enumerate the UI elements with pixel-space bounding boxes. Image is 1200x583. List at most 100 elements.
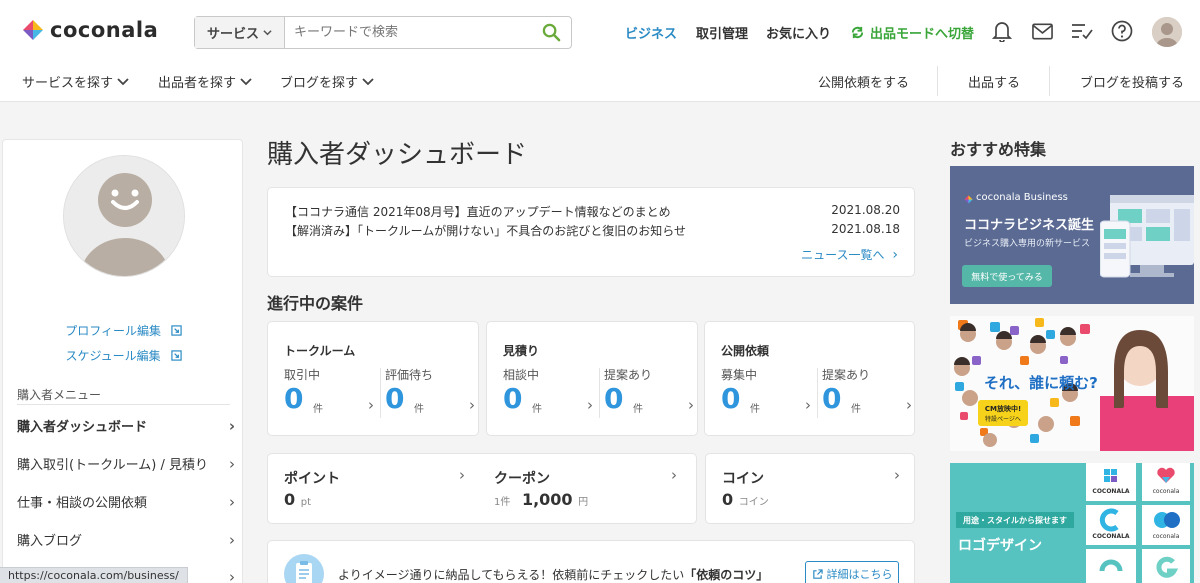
chevron-down-icon: [263, 30, 272, 36]
stat-value: 0: [284, 382, 304, 415]
coconala-logo[interactable]: coconala: [22, 18, 158, 42]
subnav-divider: [937, 66, 938, 96]
cm-banner-title: それ、誰に頼む?: [984, 374, 1098, 392]
stat-unit: 件: [851, 404, 861, 415]
chevron-right-icon: ›: [228, 416, 235, 435]
todo-button[interactable]: [1070, 19, 1094, 43]
chevron-down-icon: [240, 77, 252, 85]
chevron-down-icon: [362, 77, 374, 85]
news-item[interactable]: 【ココナラ通信 2021年08月号】直近のアップデート情報などのまとめ 2021…: [285, 203, 900, 220]
profile-avatar[interactable]: [63, 155, 185, 277]
stat-label: 提案あり: [604, 368, 653, 382]
stat-divider: [380, 368, 381, 418]
search-button[interactable]: [531, 17, 571, 48]
external-edit-icon: [171, 325, 182, 336]
stat-unit: 件: [750, 404, 760, 415]
mail-icon: [1031, 23, 1053, 39]
stat-label: 評価待ち: [385, 368, 434, 382]
top-header: coconala サービス ビジネス 取引管理 お気に入り 出品モードへ切替 サ…: [0, 0, 1200, 102]
stat-divider: [599, 368, 600, 418]
switch-icon: [851, 26, 864, 39]
profile-edit-link[interactable]: プロフィール編集: [3, 322, 244, 339]
nav-transactions-link[interactable]: 取引管理: [696, 23, 748, 42]
stat-recruiting[interactable]: 募集中 0 件 ›: [721, 366, 811, 426]
external-edit-icon: [170, 350, 182, 361]
points-title: ポイント: [284, 471, 340, 487]
subnav-find-blogs[interactable]: ブログを探す: [280, 72, 374, 91]
chevron-right-icon: ›: [688, 396, 694, 414]
help-button[interactable]: [1110, 19, 1134, 43]
page-title: 購入者ダッシュボード: [267, 140, 528, 170]
chevron-right-icon: ›: [469, 396, 475, 414]
chevron-right-icon: ›: [671, 466, 677, 484]
sidebar-item-transactions[interactable]: 購入取引(トークルーム) / 見積り ›: [17, 454, 235, 474]
subnav-find-sellers[interactable]: 出品者を探す: [158, 72, 252, 91]
coin-card[interactable]: コイン › 0 コイン: [705, 453, 915, 524]
coupon-count: 1件: [494, 497, 511, 508]
stat-consulting[interactable]: 相談中 0 件 ›: [503, 366, 593, 426]
subnav-post-request[interactable]: 公開依頼をする: [818, 72, 909, 91]
stat-value: 0: [721, 382, 741, 415]
news-date: 2021.08.18: [831, 222, 900, 236]
stat-unit: 件: [532, 404, 542, 415]
tips-details-button[interactable]: 詳細はこちら: [805, 561, 899, 583]
cm-banner[interactable]: それ、誰に頼む? CM放映中! 特設ページへ: [950, 316, 1194, 451]
cm-badge: CM放映中! 特設ページへ: [978, 400, 1028, 426]
default-avatar-icon: [64, 156, 184, 276]
sidebar-item-dashboard[interactable]: 購入者ダッシュボード ›: [17, 416, 235, 436]
search-category-select[interactable]: サービス: [195, 17, 285, 48]
subnav-find-blogs-label: ブログを探す: [280, 76, 359, 91]
stat-proposal-received[interactable]: 提案あり 0 件 ›: [822, 366, 912, 426]
chevron-right-icon: ›: [229, 492, 235, 511]
card-title: 公開依頼: [721, 344, 770, 358]
cm-badge-label: CM放映中!: [984, 404, 1022, 413]
sidebar-item-purchased-blogs[interactable]: 購入ブログ ›: [17, 530, 235, 550]
sidebar: プロフィール編集 スケジュール編集 購入者メニュー 購入者ダッシュボード › 購…: [2, 139, 243, 583]
nav-favorites-link[interactable]: お気に入り: [766, 23, 831, 42]
points-unit: pt: [300, 497, 311, 508]
schedule-edit-label: スケジュール編集: [65, 349, 161, 363]
stat-unit: 件: [633, 404, 643, 415]
logo-design-banner[interactable]: 用途・スタイルから探せます ロゴデザイン COCONALA coconala C…: [950, 463, 1194, 583]
checklist-icon: [1072, 24, 1093, 40]
nav-business-link[interactable]: ビジネス: [625, 23, 677, 42]
logo-banner-tag: 用途・スタイルから探せます: [956, 512, 1074, 528]
dot-logo-icon: [1154, 512, 1180, 528]
sidebar-item-public-requests[interactable]: 仕事・相談の公開依頼 ›: [17, 492, 235, 512]
search-input[interactable]: [285, 17, 531, 48]
in-progress-heading: 進行中の案件: [267, 294, 364, 313]
c-logo-icon: [1099, 508, 1119, 532]
stat-value: 0: [822, 382, 842, 415]
news-item[interactable]: 【解消済み】「トークルームが開けない」不具合のお詫びと復旧のお知らせ 2021.…: [285, 222, 900, 239]
stat-in-transaction[interactable]: 取引中 0 件 ›: [284, 366, 374, 426]
business-brand: coconala Business: [976, 192, 1068, 203]
schedule-edit-link[interactable]: スケジュール編集: [3, 347, 244, 364]
subnav-find-services[interactable]: サービスを探す: [22, 72, 129, 91]
logo-sample-tile: [1142, 549, 1190, 583]
business-banner[interactable]: coconala Business ココナラビジネス誕生 ビジネス購入専用の新サ…: [950, 166, 1194, 304]
search-box: サービス: [194, 16, 572, 49]
stat-value: 0: [604, 382, 624, 415]
logo-sample-text: COCONALA: [1092, 488, 1130, 495]
logo-text: coconala: [50, 18, 159, 42]
logo-icon: [23, 20, 43, 40]
messages-button[interactable]: [1030, 19, 1054, 43]
user-avatar[interactable]: [1152, 17, 1182, 47]
stat-value: 0: [385, 382, 405, 415]
subnav-post-blog[interactable]: ブログを投稿する: [1080, 72, 1184, 91]
logo-sample-text: coconala: [1152, 488, 1180, 495]
switch-mode-link[interactable]: 出品モードへ切替: [850, 23, 974, 42]
stat-proposal-received[interactable]: 提案あり 0 件 ›: [604, 366, 694, 426]
notifications-button[interactable]: [990, 19, 1014, 43]
buyer-menu-heading: 購入者メニュー: [17, 388, 102, 402]
subnav-find-sellers-label: 出品者を探す: [158, 76, 237, 91]
stat-awaiting-review[interactable]: 評価待ち 0 件 ›: [385, 366, 475, 426]
chevron-right-icon: ›: [229, 454, 235, 473]
news-text: 【ココナラ通信 2021年08月号】直近のアップデート情報などのまとめ: [285, 205, 671, 219]
swirl-logo-icon: [1099, 559, 1123, 572]
chevron-right-icon: ›: [894, 466, 900, 484]
news-list-link[interactable]: ニュース一覧へ ›: [801, 246, 898, 263]
chevron-right-icon: ›: [459, 466, 465, 484]
subnav-sell[interactable]: 出品する: [968, 72, 1020, 91]
dashboard-mockup-image: [1100, 195, 1194, 278]
